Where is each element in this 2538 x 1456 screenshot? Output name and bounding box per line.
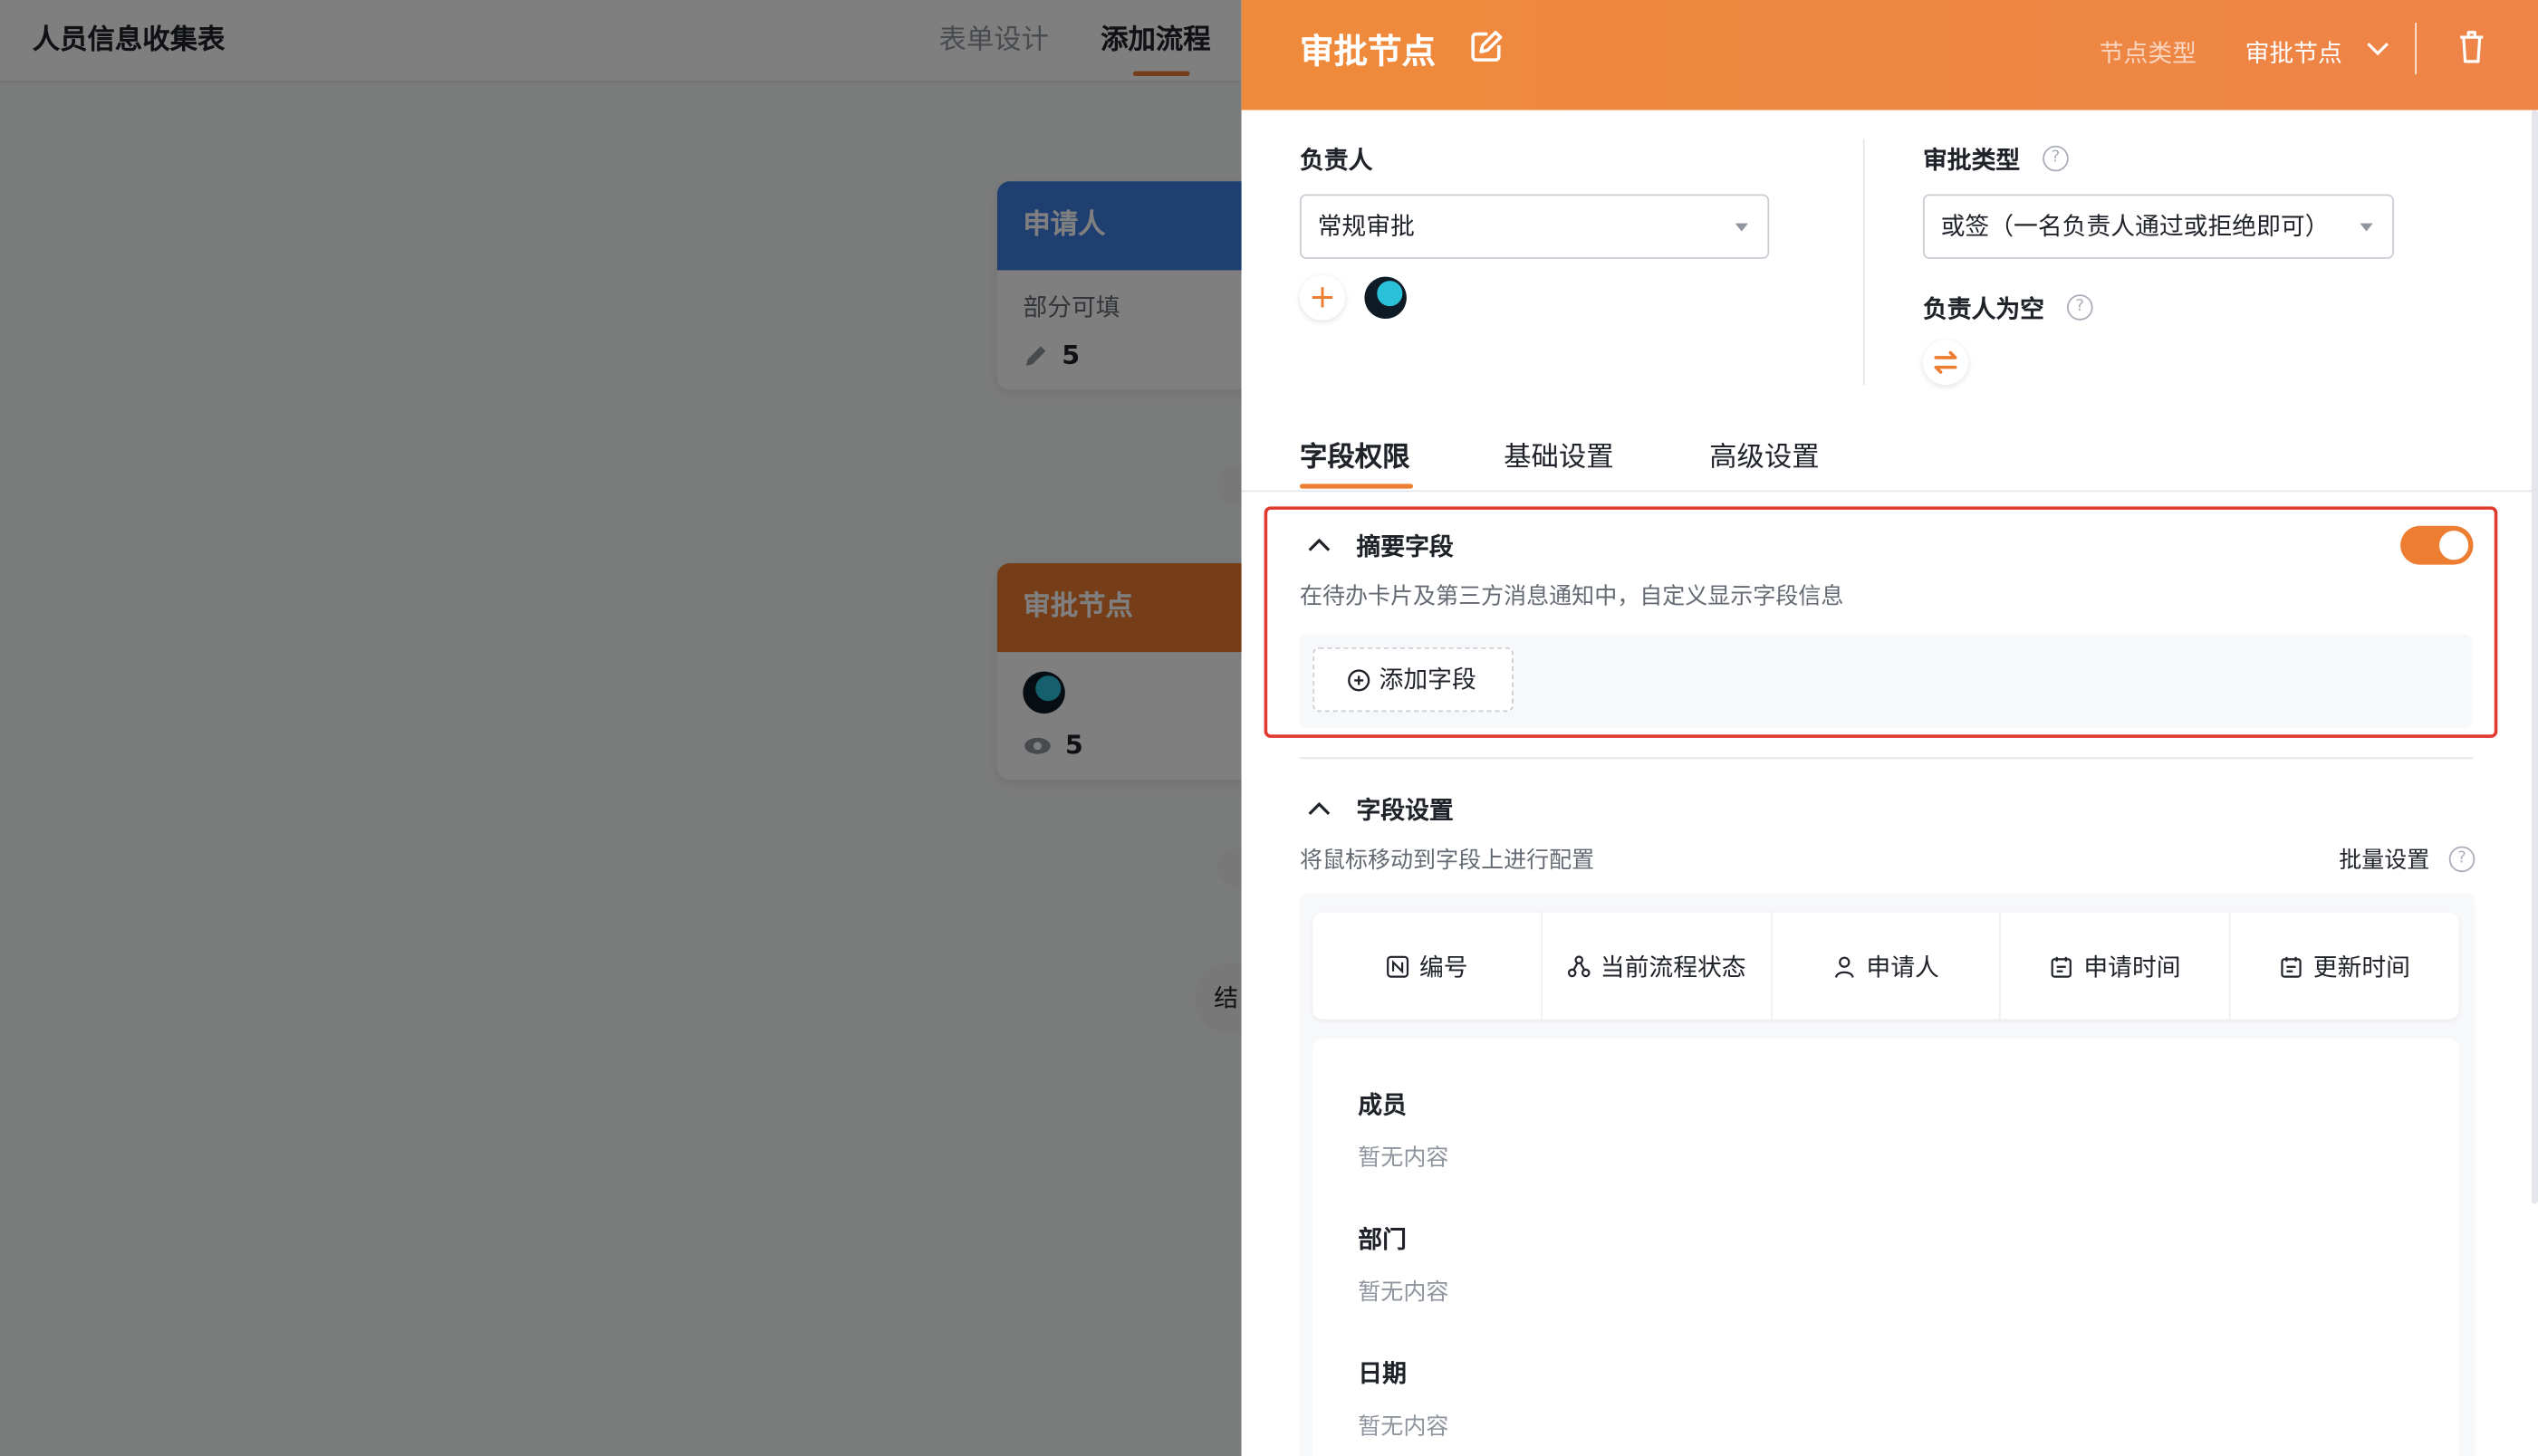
field-chip-flow-status[interactable]: 当前流程状态	[1543, 912, 1773, 1020]
node-type-label: 节点类型	[2099, 38, 2197, 69]
field-chip-update-time[interactable]: 更新时间	[2231, 913, 2459, 1020]
tab-advanced-settings[interactable]: 高级设置	[1709, 434, 1820, 474]
field-chip-number[interactable]: 编号	[1312, 912, 1543, 1020]
approval-type-label: 审批类型	[1922, 145, 2021, 175]
field-chip-label: 申请时间	[2083, 952, 2181, 982]
empty-owner-label: 负责人为空	[1922, 294, 2045, 324]
modal-overlay[interactable]	[0, 0, 1242, 1456]
owner-avatar[interactable]	[1364, 276, 1407, 320]
approval-type-value: 或签（一名负责人通过或拒绝即可）	[1940, 212, 2330, 242]
tabs-border	[1241, 490, 2538, 493]
flow-status-icon	[1567, 954, 1590, 977]
field-title-member[interactable]: 成员	[1358, 1087, 1407, 1122]
node-settings-panel: 审批节点 节点类型 审批节点 负责人 常规审批 + 审批类型 ? 或签（一名负责…	[1241, 0, 2538, 1456]
node-type-select[interactable]: 审批节点	[2245, 35, 2342, 70]
owner-type-select[interactable]: 常规审批	[1299, 194, 1770, 259]
field-chip-label: 更新时间	[2312, 952, 2411, 982]
owner-label: 负责人	[1299, 145, 1373, 175]
edit-icon[interactable]	[1468, 29, 1504, 64]
system-fields-bar: 编号 当前流程状态 申请人 申请时间 更新时间	[1312, 912, 2459, 1020]
field-value-date: 暂无内容	[1358, 1413, 1449, 1441]
field-title-date[interactable]: 日期	[1358, 1356, 1407, 1391]
chevron-up-icon[interactable]	[1306, 796, 1332, 822]
field-title-department[interactable]: 部门	[1358, 1221, 1407, 1256]
tab-field-permissions[interactable]: 字段权限	[1300, 434, 1410, 474]
highlight-box	[1264, 506, 2498, 738]
help-icon[interactable]: ?	[2066, 294, 2093, 321]
field-value-member: 暂无内容	[1358, 1145, 1449, 1172]
field-chip-apply-time[interactable]: 申请时间	[2001, 912, 2231, 1020]
user-icon	[1834, 955, 1854, 977]
calendar-icon	[2052, 955, 2072, 977]
field-settings-title: 字段设置	[1356, 796, 1454, 826]
help-icon[interactable]: ?	[2043, 145, 2069, 172]
tab-basic-settings[interactable]: 基础设置	[1504, 434, 1614, 474]
field-value-department: 暂无内容	[1358, 1279, 1449, 1307]
help-icon[interactable]: ?	[2448, 846, 2476, 873]
swap-icon	[1934, 350, 1957, 374]
form-fields-list: 成员 暂无内容 部门 暂无内容 日期 暂无内容	[1312, 1039, 2459, 1456]
field-settings-desc: 将鼠标移动到字段上进行配置	[1299, 848, 1595, 874]
trash-icon[interactable]	[2456, 29, 2488, 64]
field-settings-area: 编号 当前流程状态 申请人 申请时间 更新时间 成员 暂无内容 部门 暂无内容 …	[1299, 893, 2476, 1456]
field-chip-label: 申请人	[1866, 952, 1939, 982]
add-owner-button[interactable]: +	[1299, 274, 1345, 321]
section-divider	[1299, 757, 2474, 760]
field-chip-label: 编号	[1419, 952, 1468, 982]
approval-type-select[interactable]: 或签（一名负责人通过或拒绝即可）	[1922, 194, 2394, 259]
panel-title: 审批节点	[1299, 32, 1437, 72]
caret-down-icon	[2360, 223, 2373, 232]
app-root: 人员信息收集表 表单设计 添加流程 申请人 部分可填 5 审批节点 5 结	[0, 0, 2538, 1456]
header-divider	[2415, 23, 2417, 75]
field-chip-applicant[interactable]: 申请人	[1772, 912, 2002, 1020]
panel-header: 审批节点 节点类型 审批节点	[1241, 0, 2538, 110]
column-divider	[1862, 139, 1865, 386]
chevron-down-icon[interactable]	[2365, 35, 2391, 62]
number-icon	[1386, 954, 1408, 977]
empty-owner-switch[interactable]	[1922, 340, 1968, 386]
tab-active-underline	[1299, 484, 1414, 489]
panel-scrollbar[interactable]	[2531, 110, 2538, 1204]
calendar-icon	[2281, 955, 2302, 977]
owner-type-value: 常规审批	[1317, 212, 1415, 242]
caret-down-icon	[1735, 223, 1748, 232]
bulk-settings-link[interactable]: 批量设置	[2339, 843, 2429, 876]
field-chip-label: 当前流程状态	[1600, 952, 1746, 982]
